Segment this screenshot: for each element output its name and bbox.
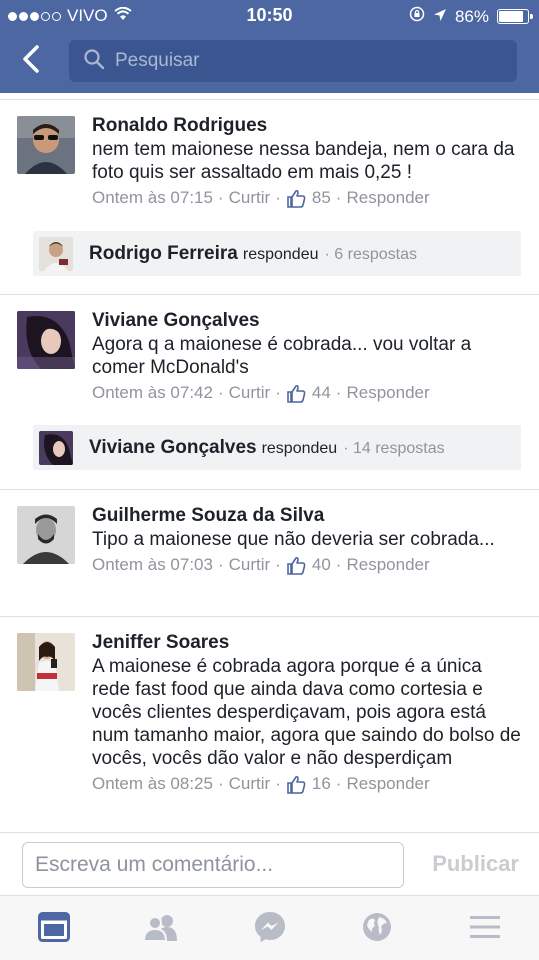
comment-time[interactable]: Ontem às 08:25 <box>92 774 213 794</box>
comment-input[interactable]: Escreva um comentário... <box>22 842 404 888</box>
battery-percent: 86% <box>454 6 489 26</box>
thumbs-up-icon <box>286 384 306 403</box>
reply-avatar <box>39 236 73 271</box>
comment-author[interactable]: Guilherme Souza da Silva <box>92 504 523 528</box>
comment-composer: Escreva um comentário... Publicar <box>0 833 539 895</box>
search-input[interactable]: Pesquisar <box>69 40 517 82</box>
like-count[interactable]: 44 <box>312 383 331 403</box>
tab-news-feed[interactable] <box>34 910 74 948</box>
messenger-icon <box>253 910 287 949</box>
reply-count: · 14 respostas <box>343 439 445 457</box>
comment-text: nem tem maionese nessa bandeja, nem o ca… <box>92 139 515 183</box>
reply-button[interactable]: Responder <box>346 555 429 575</box>
like-count[interactable]: 85 <box>312 188 331 208</box>
comment-time[interactable]: Ontem às 07:15 <box>92 188 213 208</box>
tab-menu[interactable] <box>465 910 505 948</box>
reply-thread[interactable]: Viviane Gonçalves respondeu · 14 respost… <box>33 425 521 470</box>
menu-icon <box>469 914 501 945</box>
comment-meta: Ontem às 08:25 · Curtir · 16 · Responder <box>92 774 430 794</box>
search-placeholder: Pesquisar <box>115 50 200 71</box>
divider <box>0 616 539 617</box>
back-button[interactable] <box>14 42 48 80</box>
comment-meta: Ontem às 07:42 · Curtir · 44 · Responder <box>92 383 430 403</box>
reply-count: · 6 respostas <box>324 245 417 263</box>
comment-time[interactable]: Ontem às 07:42 <box>92 383 213 403</box>
divider <box>0 489 539 490</box>
avatar[interactable] <box>17 633 75 691</box>
comment-meta: Ontem às 07:03 · Curtir · 40 · Responder <box>92 555 430 575</box>
status-bar: VIVO 10:50 86% <box>0 0 539 32</box>
avatar[interactable] <box>17 311 75 369</box>
comment-author[interactable]: Ronaldo Rodrigues <box>92 114 523 138</box>
publish-button[interactable]: Publicar <box>432 851 519 877</box>
reply-button[interactable]: Responder <box>346 774 429 794</box>
reply-verb: respondeu <box>242 245 319 263</box>
comment-text: Agora q a maionese é cobrada... vou volt… <box>92 334 472 378</box>
tab-notifications[interactable] <box>357 910 397 948</box>
battery-icon <box>497 9 533 24</box>
reply-button[interactable]: Responder <box>346 383 429 403</box>
like-count[interactable]: 40 <box>312 555 331 575</box>
top-bar: VIVO 10:50 86% Pesquisar <box>0 0 539 93</box>
like-count[interactable]: 16 <box>312 774 331 794</box>
status-right: 86% <box>409 6 533 27</box>
like-button[interactable]: Curtir <box>229 383 271 403</box>
tab-bar <box>0 895 539 960</box>
reply-author: Viviane Gonçalves <box>89 436 257 458</box>
like-button[interactable]: Curtir <box>229 774 271 794</box>
comment-body: Jeniffer Soares A maionese é cobrada ago… <box>92 631 523 794</box>
comment-author[interactable]: Viviane Gonçalves <box>92 309 523 333</box>
location-arrow-icon <box>433 7 447 27</box>
reply-verb: respondeu <box>261 439 338 457</box>
thumbs-up-icon <box>286 556 306 575</box>
comment-text: Tipo a maionese que não deveria ser cobr… <box>92 529 495 550</box>
orientation-lock-icon <box>409 6 425 27</box>
avatar[interactable] <box>17 506 75 564</box>
reply-avatar <box>39 430 73 465</box>
news-feed-icon <box>38 911 70 947</box>
thumbs-up-icon <box>286 189 306 208</box>
search-icon <box>83 48 105 75</box>
reply-button[interactable]: Responder <box>346 188 429 208</box>
divider <box>0 99 539 100</box>
tab-friends[interactable] <box>141 910 181 948</box>
chevron-left-icon <box>21 44 41 79</box>
comment-time[interactable]: Ontem às 07:03 <box>92 555 213 575</box>
comment-meta: Ontem às 07:15 · Curtir · 85 · Responder <box>92 188 430 208</box>
comment-author[interactable]: Jeniffer Soares <box>92 631 523 655</box>
like-button[interactable]: Curtir <box>229 188 271 208</box>
reply-thread[interactable]: Rodrigo Ferreira respondeu · 6 respostas <box>33 231 521 276</box>
avatar[interactable] <box>17 116 75 174</box>
reply-author: Rodrigo Ferreira <box>89 242 238 264</box>
comment-body: Ronaldo Rodrigues nem tem maionese nessa… <box>92 114 523 208</box>
notifications-globe-icon <box>361 911 393 948</box>
tab-messenger[interactable] <box>250 910 290 948</box>
comment-body: Guilherme Souza da Silva Tipo a maionese… <box>92 504 523 575</box>
comment-body: Viviane Gonçalves Agora q a maionese é c… <box>92 309 523 403</box>
like-button[interactable]: Curtir <box>229 555 271 575</box>
thumbs-up-icon <box>286 775 306 794</box>
comment-text: A maionese é cobrada agora porque é a ún… <box>92 656 521 769</box>
divider <box>0 294 539 295</box>
friends-icon <box>142 913 179 946</box>
